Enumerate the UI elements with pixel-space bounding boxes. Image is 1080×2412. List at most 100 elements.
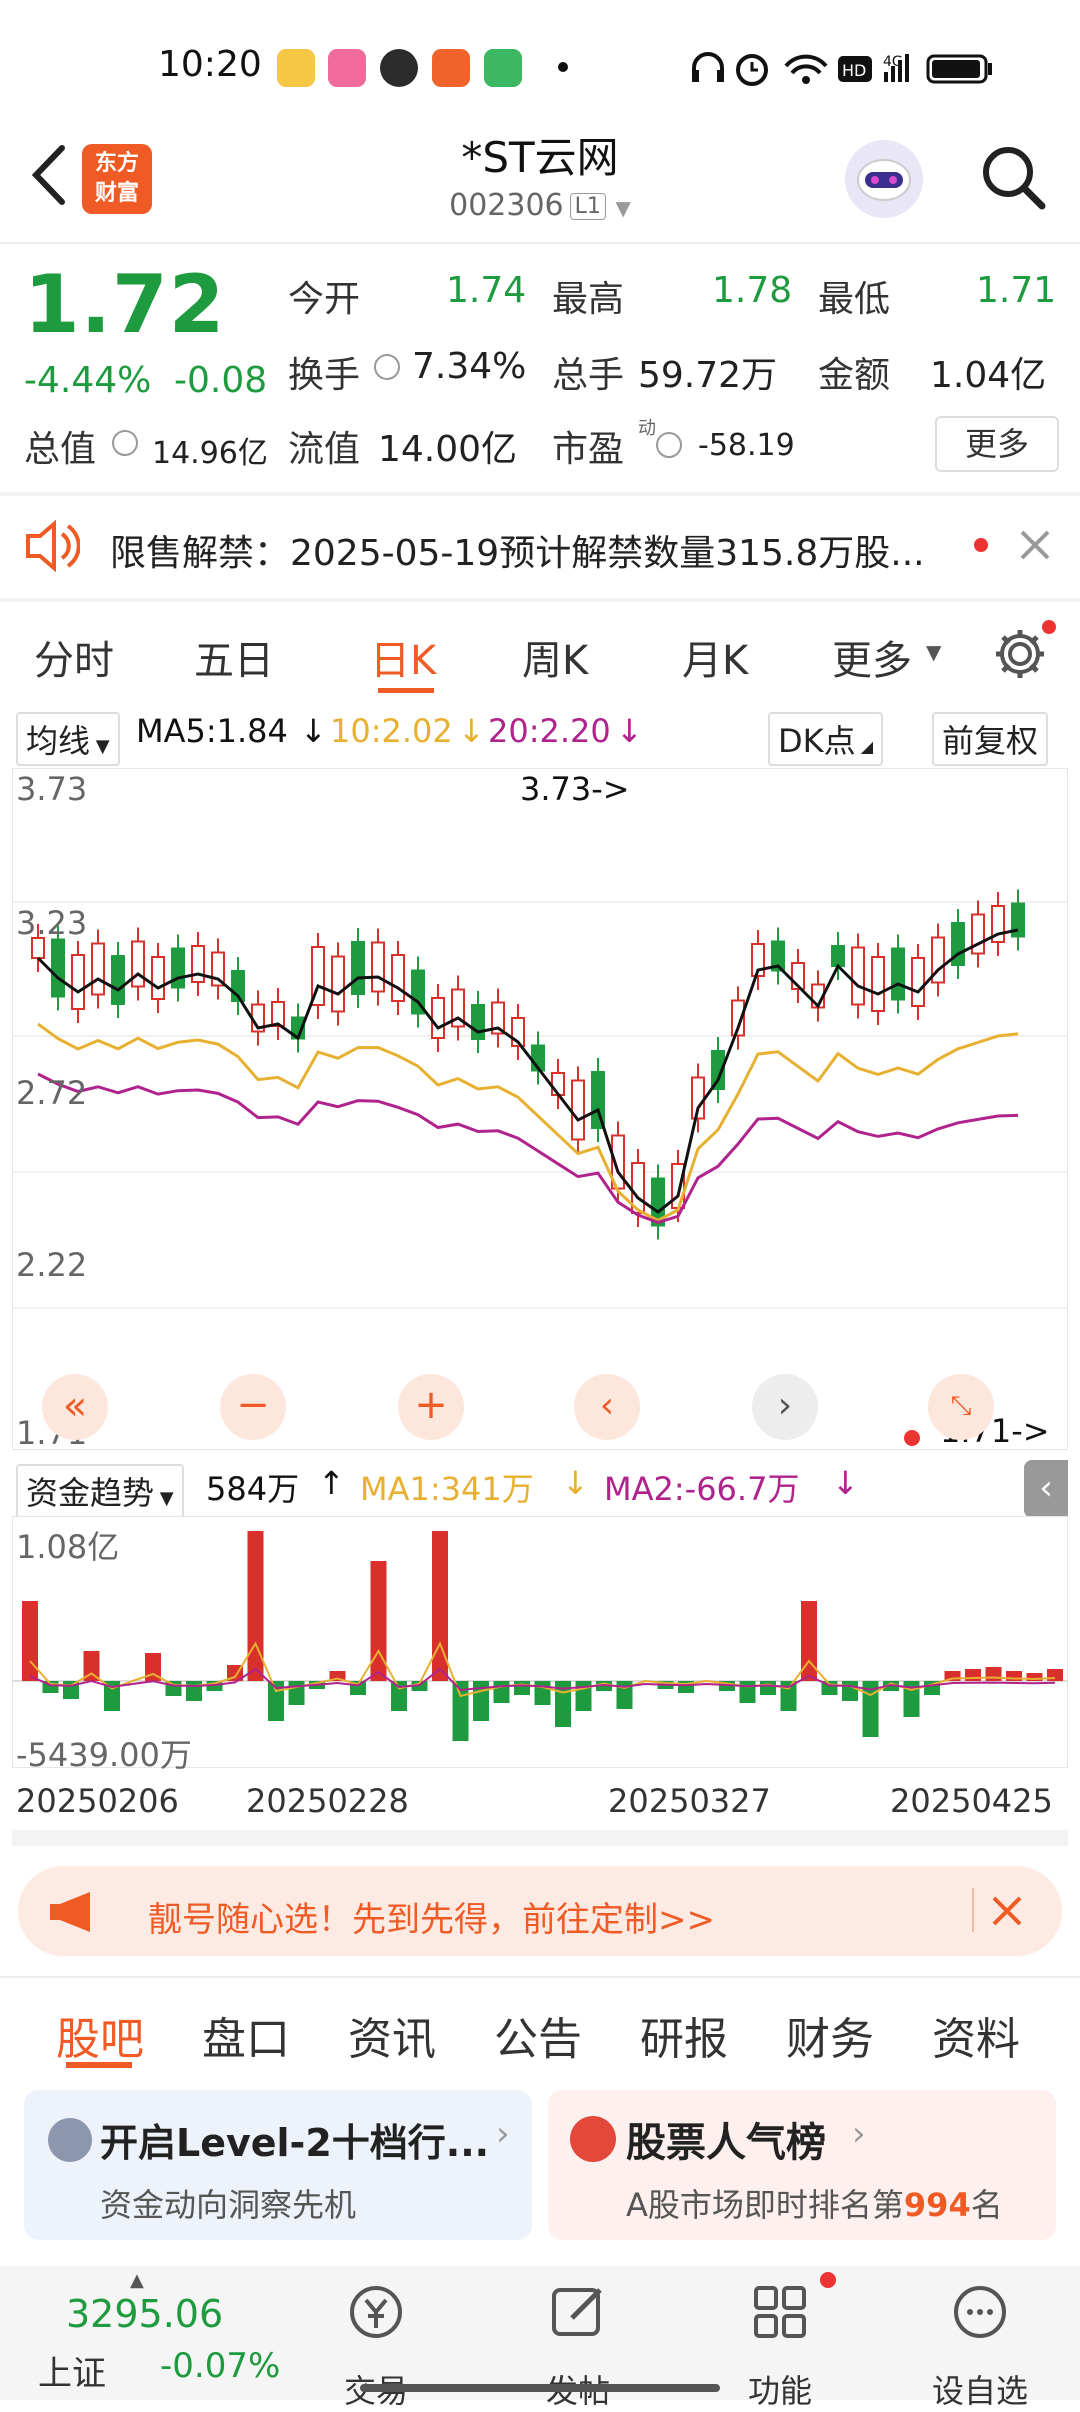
status-time: 10:20 bbox=[158, 44, 262, 85]
tab-five-day[interactable]: 五日 bbox=[194, 628, 274, 686]
tab-news[interactable]: 资讯 bbox=[348, 2003, 436, 2067]
down-arrow-icon: ↓ bbox=[300, 712, 327, 750]
tab-research[interactable]: 研报 bbox=[640, 2003, 728, 2067]
up-arrow-icon: ↑ bbox=[318, 1464, 345, 1502]
candlestick-chart[interactable] bbox=[12, 768, 1068, 1450]
tab-pankou[interactable]: 盘口 bbox=[202, 2003, 290, 2067]
more-quote-button[interactable]: 更多 bbox=[935, 416, 1059, 472]
assistant-robot-icon[interactable] bbox=[845, 140, 923, 218]
nav-function[interactable]: 功能 bbox=[710, 2366, 850, 2412]
pe-label: 市盈 bbox=[552, 429, 625, 470]
open-label: 今开 bbox=[288, 279, 361, 320]
dk-point-button[interactable]: DK点 ◢ bbox=[768, 712, 884, 766]
level2-title: 开启Level-2十档行... bbox=[100, 2121, 490, 2165]
chevron-right-icon: › bbox=[852, 2114, 866, 2154]
unread-dot bbox=[974, 538, 988, 552]
fq-button[interactable]: 前复权 bbox=[932, 712, 1049, 766]
index-value[interactable]: 3295.06 bbox=[66, 2292, 223, 2336]
status-bar: 10:20 HD 4G bbox=[0, 0, 1080, 130]
system-status-icons: HD 4G bbox=[692, 52, 992, 86]
tab-more[interactable]: 更多 bbox=[832, 628, 912, 686]
level2-icon bbox=[48, 2118, 92, 2162]
tab-monthly-k[interactable]: 月K bbox=[682, 628, 748, 686]
close-icon[interactable] bbox=[1018, 528, 1052, 562]
candle-body bbox=[871, 956, 885, 1012]
nav-add-watch[interactable]: 设自选 bbox=[910, 2366, 1050, 2412]
unlock-notice[interactable]: 限售解禁：2025-05-19预计解禁数量315.8万股... bbox=[110, 524, 925, 576]
low-value: 1.71 bbox=[976, 270, 1057, 311]
info-icon[interactable] bbox=[374, 354, 400, 380]
change-amount: -0.08 bbox=[174, 360, 268, 401]
chevron-right-icon: › bbox=[496, 2114, 510, 2154]
promo-text[interactable]: 靓号随心选！先到先得，前往定制>> bbox=[148, 1892, 715, 1941]
candle-body bbox=[51, 938, 65, 998]
divider bbox=[0, 242, 1080, 244]
volume-value: 59.72万 bbox=[638, 355, 778, 396]
fund-bar bbox=[985, 1667, 1002, 1681]
index-change[interactable]: -0.07% bbox=[160, 2346, 280, 2386]
turnover-label: 换手 bbox=[288, 355, 361, 396]
search-icon[interactable] bbox=[978, 142, 1048, 212]
tab-daily-k[interactable]: 日K bbox=[370, 628, 436, 686]
y-label: 2.22 bbox=[16, 1246, 88, 1284]
info-icon[interactable] bbox=[656, 432, 682, 458]
candle-body bbox=[71, 954, 85, 1010]
svg-text:HD: HD bbox=[842, 61, 866, 80]
y-label-top: 3.73 bbox=[16, 770, 88, 808]
dk-label: DK点 bbox=[778, 722, 856, 760]
tab-profile[interactable]: 资料 bbox=[932, 2003, 1020, 2067]
date-label: 20250425 bbox=[890, 1782, 1053, 1820]
down-arrow-icon: ↓ bbox=[616, 712, 643, 750]
popularity-subtitle: A股市场即时排名第994名 bbox=[626, 2180, 1003, 2226]
date-label: 20250327 bbox=[608, 1782, 771, 1820]
candle-body bbox=[391, 954, 405, 1002]
info-icon[interactable] bbox=[112, 430, 138, 456]
add-watchlist-icon[interactable] bbox=[948, 2280, 1012, 2344]
settings-badge-dot bbox=[1042, 620, 1056, 634]
zoom-out-button[interactable]: − bbox=[220, 1374, 286, 1440]
tab-active-indicator bbox=[66, 2062, 132, 2068]
rewind-button[interactable]: « bbox=[42, 1374, 108, 1440]
stock-code: 002306 bbox=[449, 188, 564, 223]
float-value: 14.00亿 bbox=[378, 429, 518, 470]
zoom-in-button[interactable]: + bbox=[398, 1374, 464, 1440]
caret-down-icon: ▼ bbox=[926, 640, 942, 664]
tab-weekly-k[interactable]: 周K bbox=[522, 628, 588, 686]
fund-bottom-label: -5439.00万 bbox=[16, 1736, 192, 1774]
candle-body bbox=[351, 941, 365, 995]
fund-ma1: MA1:341万 bbox=[360, 1470, 534, 1508]
index-name[interactable]: 上证 bbox=[38, 2346, 106, 2395]
collapse-panel-tab[interactable]: ‹ bbox=[1024, 1460, 1068, 1518]
settings-gear-icon[interactable] bbox=[990, 624, 1050, 684]
candle-body bbox=[131, 940, 145, 988]
tab-finance[interactable]: 财务 bbox=[786, 2003, 874, 2067]
fund-indicator-selector[interactable]: 资金趋势 ▼ bbox=[16, 1464, 184, 1518]
close-icon[interactable] bbox=[990, 1894, 1024, 1928]
tab-intraday[interactable]: 分时 bbox=[34, 628, 114, 686]
level2-subtitle: 资金动向洞察先机 bbox=[100, 2186, 357, 2224]
trade-icon[interactable] bbox=[344, 2280, 408, 2344]
total-value: 14.96亿 bbox=[152, 436, 268, 471]
divider bbox=[0, 492, 1080, 496]
next-button[interactable]: › bbox=[752, 1374, 818, 1440]
ma-selector[interactable]: 均线 ▼ bbox=[16, 712, 120, 766]
edit-post-icon[interactable] bbox=[546, 2280, 610, 2344]
function-grid-icon[interactable] bbox=[748, 2280, 812, 2344]
candle-body bbox=[471, 1004, 485, 1040]
fund-bar bbox=[739, 1681, 756, 1703]
candle-body bbox=[891, 947, 905, 1001]
fund-value: 584万 bbox=[206, 1470, 300, 1508]
speaker-icon bbox=[26, 520, 80, 572]
chart-frame bbox=[12, 768, 1068, 1450]
candle-body bbox=[831, 945, 845, 967]
tab-announcement[interactable]: 公告 bbox=[494, 2003, 582, 2067]
tab-guba[interactable]: 股吧 bbox=[56, 2003, 144, 2067]
amount-value: 1.04亿 bbox=[930, 355, 1047, 396]
candle-body bbox=[111, 955, 125, 1005]
caret-down-icon: ▼ bbox=[615, 196, 631, 220]
volume-label: 总手 bbox=[552, 355, 625, 396]
prev-button[interactable]: ‹ bbox=[574, 1374, 640, 1440]
fund-bar bbox=[22, 1601, 38, 1681]
candle-body bbox=[431, 997, 445, 1039]
fullscreen-icon[interactable]: ⤡ bbox=[928, 1374, 994, 1440]
